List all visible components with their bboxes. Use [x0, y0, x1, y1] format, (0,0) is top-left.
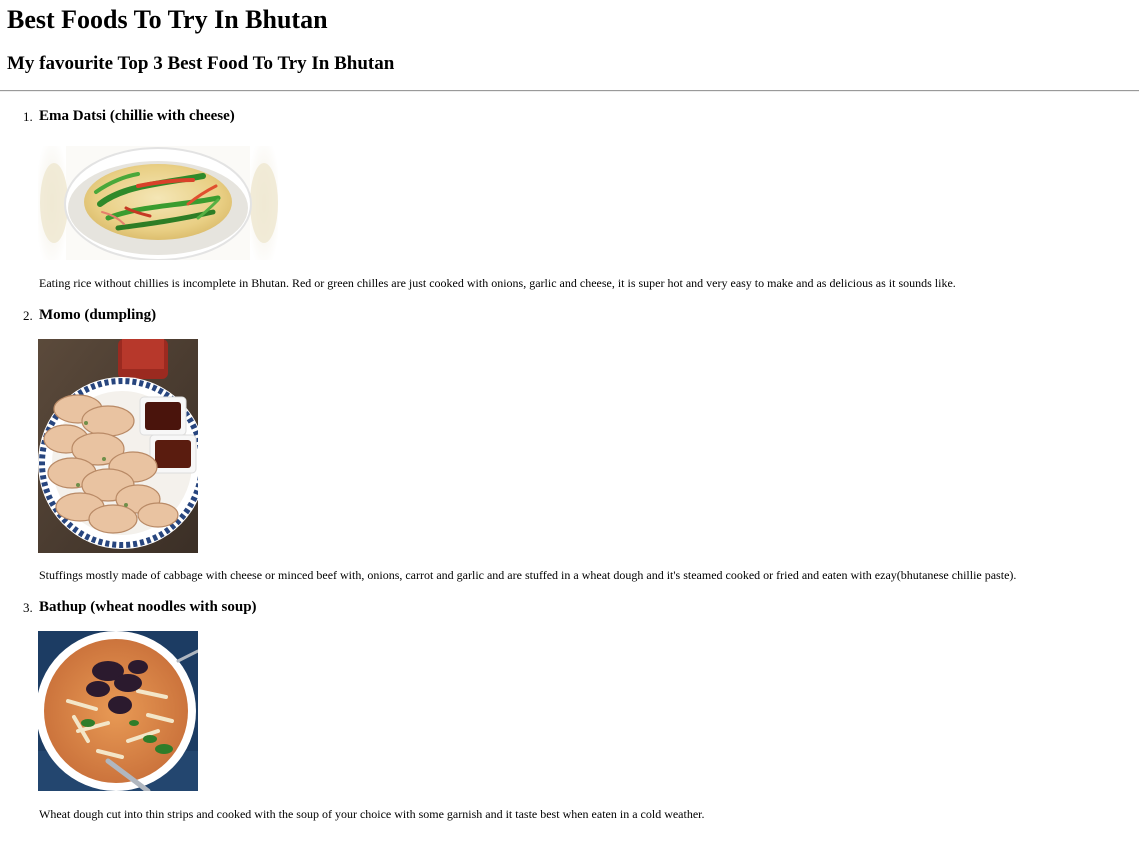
momo-photo	[38, 339, 198, 553]
item-heading: Momo (dumpling)	[39, 307, 157, 323]
divider	[0, 90, 1139, 92]
item-number: 1.	[23, 109, 33, 124]
page-subtitle: My favourite Top 3 Best Food To Try In B…	[7, 53, 395, 74]
ema-datsi-photo	[38, 146, 278, 260]
bathup-photo	[38, 631, 198, 791]
item-number: 3.	[23, 600, 33, 615]
item-description: Eating rice without chillies is incomple…	[39, 276, 956, 290]
item-description: Wheat dough cut into thin strips and coo…	[39, 807, 705, 821]
item-number: 2.	[23, 308, 33, 323]
item-description: Stuffings mostly made of cabbage with ch…	[39, 568, 1017, 582]
page-title: Best Foods To Try In Bhutan	[7, 5, 328, 34]
item-heading: Bathup (wheat noodles with soup)	[39, 599, 257, 615]
item-heading: Ema Datsi (chillie with cheese)	[39, 108, 235, 124]
